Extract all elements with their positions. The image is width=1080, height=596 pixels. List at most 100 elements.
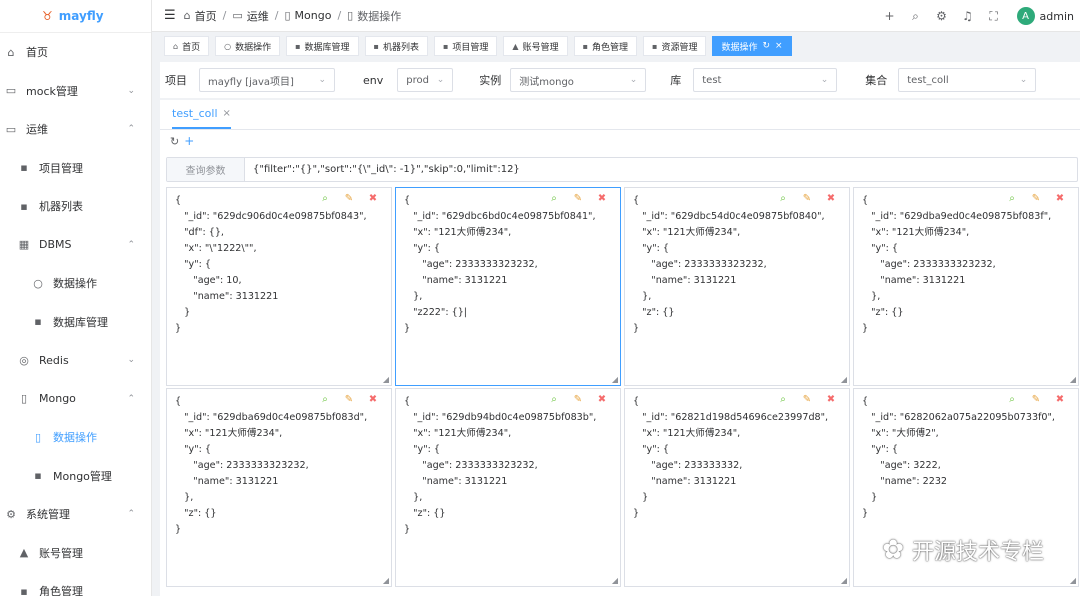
tag-item[interactable]: ▪ 项目管理 <box>433 36 498 56</box>
search-icon[interactable]: ⌕ <box>313 193 337 204</box>
refresh-icon[interactable]: ↻ <box>170 135 179 148</box>
refresh-icon[interactable]: ↻ <box>762 41 770 51</box>
search-icon[interactable]: ⌕ <box>542 394 566 405</box>
user-name[interactable]: admin <box>1040 10 1074 23</box>
sidebar-item[interactable]: ▪ Mongo管理 <box>0 457 151 496</box>
tag-item[interactable]: 数据操作 ↻ × <box>712 36 792 56</box>
search-icon[interactable]: ⌕ <box>313 394 337 405</box>
collection-value: test_coll <box>907 74 949 86</box>
instance-select[interactable]: 测试mongo ⌄ <box>510 68 647 92</box>
resize-handle-icon[interactable]: ◢ <box>1070 576 1076 585</box>
tag-item[interactable]: ⌂ 首页 <box>164 36 210 56</box>
edit-icon[interactable]: ✎ <box>795 193 819 204</box>
delete-icon[interactable]: ✖ <box>819 394 843 405</box>
settings-icon[interactable]: ⚙ <box>929 9 955 23</box>
resize-handle-icon[interactable]: ◢ <box>612 576 618 585</box>
avatar[interactable]: A <box>1016 7 1035 25</box>
fullscreen-icon[interactable]: ⛶ <box>981 9 1007 24</box>
breadcrumb-item[interactable]: ▯ Mongo <box>284 9 331 22</box>
delete-icon[interactable]: ✖ <box>1048 193 1072 204</box>
sidebar-item[interactable]: ▭ 运维 ⌃ <box>0 110 151 149</box>
tag-item[interactable]: ▪ 资源管理 <box>643 36 707 56</box>
resize-handle-icon[interactable]: ◢ <box>1070 375 1076 384</box>
tag-item[interactable]: ▲ 账号管理 <box>503 36 568 56</box>
menu-toggle-icon[interactable]: ☰ <box>164 8 176 23</box>
sidebar-item[interactable]: ▪ 数据库管理 <box>0 303 151 342</box>
sidebar-item[interactable]: ▲ 账号管理 <box>0 534 151 573</box>
collection-select[interactable]: test_coll ⌄ <box>898 68 1037 92</box>
tag-item[interactable]: ▪ 机器列表 <box>364 36 428 56</box>
document-json[interactable]: { "_id": "629dc906d0c4e09875bf0843", "df… <box>167 188 391 337</box>
document-json[interactable]: { "_id": "629dba9ed0c4e09875bf083f", "x"… <box>854 188 1078 337</box>
delete-icon[interactable]: ✖ <box>361 193 385 204</box>
document-card[interactable]: ⌕ ✎ ✖{ "_id": "629dc906d0c4e09875bf0843", … <box>166 187 392 386</box>
chevron-icon: ⌃ <box>127 393 135 404</box>
delete-icon[interactable]: ✖ <box>819 193 843 204</box>
sidebar-item[interactable]: ▭ mock管理 ⌄ <box>0 72 151 111</box>
sidebar-item[interactable]: ▪ 项目管理 <box>0 149 151 188</box>
tag-item[interactable]: ○ 数据操作 <box>215 36 281 56</box>
sidebar-item[interactable]: ⚙ 系统管理 ⌃ <box>0 495 151 534</box>
resize-handle-icon[interactable]: ◢ <box>383 375 389 384</box>
resize-handle-icon[interactable]: ◢ <box>841 576 847 585</box>
sidebar-item[interactable]: ▪ 角色管理 <box>0 572 151 596</box>
sidebar-item[interactable]: ○ 数据操作 <box>0 264 151 303</box>
bell-icon[interactable]: ♫ <box>955 9 981 23</box>
document-json[interactable]: { "_id": "6282062a075a22095b0733f0", "x"… <box>854 389 1078 522</box>
search-icon[interactable]: ⌕ <box>542 193 566 204</box>
close-icon[interactable]: × <box>223 108 231 119</box>
edit-icon[interactable]: ✎ <box>1024 193 1048 204</box>
delete-icon[interactable]: ✖ <box>361 394 385 405</box>
resize-handle-icon[interactable]: ◢ <box>841 375 847 384</box>
edit-icon[interactable]: ✎ <box>337 193 361 204</box>
tab-test-coll[interactable]: test_coll × <box>172 99 231 129</box>
document-json[interactable]: { "_id": "629db94bd0c4e09875bf083b", "x"… <box>396 389 620 538</box>
breadcrumb-item[interactable]: ▭ 运维 <box>232 8 268 24</box>
header-actions: + ⌕ ⚙ ♫ ⛶ A admin <box>877 0 1074 32</box>
add-icon[interactable]: + <box>184 134 194 148</box>
document-json[interactable]: { "_id": "629dbc6bd0c4e09875bf0841", "x"… <box>396 188 620 337</box>
document-json[interactable]: { "_id": "62821d198d54696ce23997d8", "x"… <box>625 389 849 522</box>
query-input[interactable]: {"filter":"{}","sort":"{\"_id\": -1}","s… <box>245 158 1077 181</box>
app-logo[interactable]: ♉ mayfly <box>0 0 151 33</box>
document-card[interactable]: ⌕ ✎ ✖{ "_id": "629dba9ed0c4e09875bf083f", … <box>853 187 1079 386</box>
sidebar-item[interactable]: ▦ DBMS ⌃ <box>0 226 151 265</box>
document-card[interactable]: ⌕ ✎ ✖{ "_id": "629db94bd0c4e09875bf083b", … <box>395 388 621 587</box>
sidebar-item[interactable]: ▪ 机器列表 <box>0 187 151 226</box>
edit-icon[interactable]: ✎ <box>566 394 590 405</box>
plus-icon[interactable]: + <box>877 9 903 23</box>
tag-item[interactable]: ▪ 角色管理 <box>573 36 638 56</box>
chevron-down-icon: ⌄ <box>820 75 829 85</box>
search-icon[interactable]: ⌕ <box>771 394 795 405</box>
resize-handle-icon[interactable]: ◢ <box>612 375 618 384</box>
sidebar-item[interactable]: ▯ Mongo ⌃ <box>0 380 151 419</box>
document-card[interactable]: ⌕ ✎ ✖{ "_id": "629dbc6bd0c4e09875bf0841", … <box>395 187 621 386</box>
chevron-down-icon: ⌄ <box>1019 75 1028 85</box>
document-card[interactable]: ⌕ ✎ ✖{ "_id": "629dba69d0c4e09875bf083d", … <box>166 388 392 587</box>
document-json[interactable]: { "_id": "629dba69d0c4e09875bf083d", "x"… <box>167 389 391 538</box>
delete-icon[interactable]: ✖ <box>590 394 614 405</box>
resize-handle-icon[interactable]: ◢ <box>383 576 389 585</box>
edit-icon[interactable]: ✎ <box>1024 394 1048 405</box>
search-icon[interactable]: ⌕ <box>771 193 795 204</box>
sidebar-item[interactable]: ◎ Redis ⌄ <box>0 341 151 380</box>
db-select[interactable]: test ⌄ <box>693 68 838 92</box>
edit-icon[interactable]: ✎ <box>795 394 819 405</box>
edit-icon[interactable]: ✎ <box>337 394 361 405</box>
search-icon[interactable]: ⌕ <box>1000 193 1024 204</box>
delete-icon[interactable]: ✖ <box>1048 394 1072 405</box>
env-select[interactable]: prod ⌄ <box>397 68 454 92</box>
close-icon[interactable]: × <box>775 41 783 51</box>
document-json[interactable]: { "_id": "629dbc54d0c4e09875bf0840", "x"… <box>625 188 849 337</box>
document-card[interactable]: ⌕ ✎ ✖{ "_id": "629dbc54d0c4e09875bf0840", … <box>624 187 850 386</box>
tag-item[interactable]: ▪ 数据库管理 <box>286 36 359 56</box>
search-icon[interactable]: ⌕ <box>1000 394 1024 405</box>
edit-icon[interactable]: ✎ <box>566 193 590 204</box>
breadcrumb-item[interactable]: ⌂ 首页 <box>184 8 217 24</box>
delete-icon[interactable]: ✖ <box>590 193 614 204</box>
document-card[interactable]: ⌕ ✎ ✖{ "_id": "62821d198d54696ce23997d8", … <box>624 388 850 587</box>
sidebar-item[interactable]: ▯ 数据操作 <box>0 418 151 457</box>
sidebar-item[interactable]: ⌂ 首页 <box>0 33 151 72</box>
project-select[interactable]: mayfly [java项目] ⌄ <box>199 68 335 92</box>
search-icon[interactable]: ⌕ <box>903 9 929 24</box>
